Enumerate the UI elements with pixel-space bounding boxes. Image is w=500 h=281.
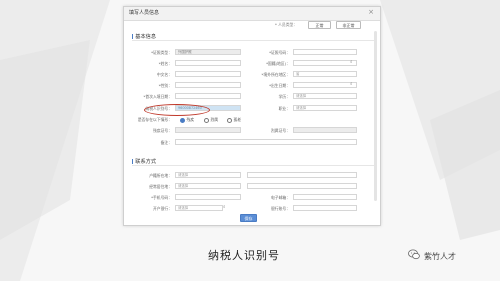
- special-option-3[interactable]: 孤老: [227, 117, 241, 123]
- abnormal-button[interactable]: 非正常: [336, 21, 361, 29]
- scrollbar[interactable]: [374, 31, 377, 201]
- martyr-no-input[interactable]: [293, 127, 357, 133]
- bank-label: 开户银行：: [153, 206, 172, 211]
- hukou-select[interactable]: 请选择: [175, 172, 241, 178]
- email-input[interactable]: [293, 194, 357, 200]
- personnel-dialog: 填写人员信息 × * 人员类型： 正常 非正常 基本信息 *证照类型： 外国护照…: [123, 6, 381, 226]
- special-label: 是否存在以下情形：: [137, 117, 172, 122]
- residence-detail-input[interactable]: [247, 183, 357, 189]
- bank-select[interactable]: 请选择: [175, 205, 223, 211]
- caption-title: 纳税人识别号: [208, 249, 280, 262]
- hukou-detail-input[interactable]: [247, 172, 357, 178]
- gender-label: *性别：: [158, 83, 172, 88]
- birthdate-input[interactable]: [293, 82, 357, 88]
- account-input[interactable]: [293, 205, 357, 211]
- disability-no-input[interactable]: [175, 127, 241, 133]
- special-option-1[interactable]: 残疾: [180, 117, 194, 123]
- id-type-label: *证照类型：: [151, 50, 172, 55]
- first-entry-input[interactable]: [175, 93, 241, 99]
- brand-name: 紫竹人才: [424, 252, 456, 261]
- id-number-label: *证照号码：: [269, 50, 290, 55]
- education-select[interactable]: 请选择: [293, 93, 357, 99]
- mobile-label: *手机号码：: [151, 195, 172, 200]
- residence-label: 经常居住地：: [149, 184, 172, 189]
- search-icon[interactable]: ⌕: [223, 204, 226, 210]
- id-type-field[interactable]: 外国护照: [175, 49, 241, 55]
- chinese-name-label: 中文名：: [156, 72, 172, 77]
- email-label: 电子邮箱：: [271, 195, 290, 200]
- martyr-no-label: 烈属证号：: [271, 128, 290, 133]
- hukou-label: 户籍所在地：: [149, 173, 172, 178]
- occupation-label: 职业：: [278, 106, 290, 111]
- name-input[interactable]: [175, 60, 241, 66]
- chinese-name-input[interactable]: [175, 71, 241, 77]
- search-icon[interactable]: ⌕: [350, 81, 353, 87]
- birthdate-label: *出生日期：: [269, 83, 290, 88]
- gender-select[interactable]: [175, 82, 241, 88]
- normal-button[interactable]: 正常: [308, 21, 331, 29]
- taxpayer-id-highlight: [144, 104, 210, 116]
- remark-label: 备注：: [160, 140, 172, 145]
- close-icon[interactable]: ×: [368, 8, 374, 16]
- basic-info-section: 基本信息: [132, 33, 156, 40]
- nationality-label: *国籍(地区)：: [266, 61, 290, 66]
- special-option-2[interactable]: 烈属: [204, 117, 218, 123]
- remark-input[interactable]: [175, 139, 357, 145]
- name-label: *姓名：: [158, 61, 172, 66]
- occupation-select[interactable]: 请选择: [293, 105, 357, 111]
- nationality-select[interactable]: [293, 60, 357, 66]
- education-label: 学历：: [278, 94, 290, 99]
- contact-section: 联系方式: [132, 158, 156, 165]
- save-button[interactable]: 保存: [240, 214, 257, 222]
- mobile-input[interactable]: [175, 194, 241, 200]
- id-number-input[interactable]: [293, 49, 357, 55]
- account-label: 银行账号：: [271, 206, 290, 211]
- search-icon[interactable]: ⌕: [350, 59, 353, 65]
- birthplace-select[interactable]: 省: [293, 71, 357, 77]
- residence-select[interactable]: 请选择: [175, 183, 241, 189]
- dialog-titlebar: 填写人员信息 ×: [124, 7, 380, 21]
- dialog-title: 填写人员信息: [129, 10, 160, 16]
- birthplace-label: *境外所在地区：: [261, 72, 290, 77]
- first-entry-label: *首次入境日期：: [143, 94, 172, 99]
- person-type-label: * 人员类型：: [275, 22, 298, 27]
- wechat-icon: [408, 249, 420, 260]
- disability-no-label: 残疾证号：: [153, 128, 172, 133]
